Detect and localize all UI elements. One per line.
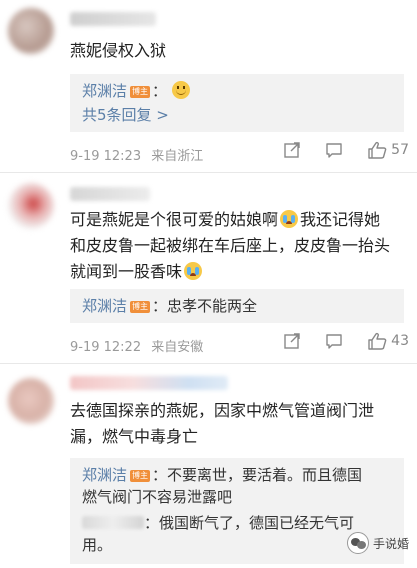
reply-user[interactable]: 郑渊洁 bbox=[82, 466, 127, 484]
reply-line: ：俄国断气了，德国已经无气可 bbox=[82, 512, 392, 534]
comment-text-part: 我还记得她 bbox=[300, 210, 381, 229]
reply-line: 燃气阀门不容易泄露吧 bbox=[82, 488, 233, 506]
reply-separator: ： bbox=[152, 82, 168, 100]
username-blurred bbox=[70, 12, 156, 26]
comment-text-line: 就闻到一股香味 bbox=[70, 259, 407, 285]
comment-text-part: 就闻到一股香味 bbox=[70, 262, 183, 281]
reply-text: ：俄国断气了，德国已经无气可 bbox=[144, 514, 355, 532]
reply-box[interactable]: 郑渊洁 博主： 共5条回复 > bbox=[70, 74, 404, 132]
wechat-icon bbox=[346, 532, 369, 554]
comment-text-line: 去德国探亲的燕妮，因家中燃气管道阀门泄 bbox=[70, 401, 375, 420]
like-button[interactable]: 43 bbox=[367, 332, 409, 350]
comment-text-line: 漏，燃气中毒身亡 bbox=[70, 427, 199, 446]
username-blurred bbox=[70, 376, 228, 390]
comment-text-part: 可是燕妮是个很可爱的姑娘啊 bbox=[70, 210, 279, 229]
like-count: 57 bbox=[391, 142, 409, 158]
watermark-text: 手说婚 bbox=[372, 536, 409, 551]
avatar[interactable] bbox=[8, 183, 54, 229]
like-count: 43 bbox=[391, 333, 409, 349]
like-icon bbox=[368, 141, 387, 159]
username-blurred bbox=[70, 187, 150, 201]
reply-user[interactable]: 郑渊洁 bbox=[82, 297, 127, 315]
reply-line: 郑渊洁 博主 ：不要离世，要活着。而且德国 bbox=[82, 464, 392, 486]
more-replies-link[interactable]: 共5条回复 > bbox=[82, 102, 392, 128]
comment-text: 去德国探亲的燕妮，因家中燃气管道阀门泄 漏，燃气中毒身亡 bbox=[70, 398, 407, 450]
comment-icon[interactable] bbox=[325, 141, 343, 159]
comment-meta: 9-19 12:22 来自安徽 bbox=[70, 336, 203, 355]
avatar[interactable] bbox=[8, 8, 54, 54]
share-icon[interactable] bbox=[283, 141, 301, 159]
like-button[interactable]: 57 bbox=[367, 141, 409, 159]
reply-line: 郑渊洁 博主： bbox=[82, 80, 392, 102]
smile-emoji-icon bbox=[171, 81, 190, 99]
reply-user[interactable]: 郑渊洁 bbox=[82, 82, 127, 100]
comment-icon[interactable] bbox=[325, 332, 343, 350]
blogger-badge: 博主 bbox=[130, 86, 151, 98]
cry-emoji-icon bbox=[184, 262, 203, 280]
avatar[interactable] bbox=[8, 378, 54, 424]
comment-text: 燕妮侵权入狱 bbox=[70, 41, 167, 60]
blogger-badge: 博主 bbox=[130, 470, 151, 482]
comment-actions: 43 bbox=[259, 332, 409, 350]
cry-emoji-icon bbox=[280, 210, 299, 228]
comment-actions: 57 bbox=[259, 141, 409, 159]
share-icon[interactable] bbox=[283, 332, 301, 350]
watermark: 手说婚 bbox=[346, 532, 409, 554]
reply-box[interactable]: 郑渊洁 博主 ：忠孝不能两全 bbox=[70, 289, 404, 323]
comment-time: 9-19 12:22 bbox=[70, 340, 142, 355]
comment-1: 燕妮侵权入狱 郑渊洁 博主： 共5条回复 > 9-19 12:23 来自浙江 57 bbox=[0, 0, 417, 172]
reply-text: ：不要离世，要活着。而且德国 bbox=[152, 466, 363, 484]
like-icon bbox=[368, 332, 387, 350]
reply-text: ：忠孝不能两全 bbox=[152, 297, 258, 315]
comment-location: 来自浙江 bbox=[151, 149, 204, 164]
reply-line: 用。 bbox=[82, 536, 113, 554]
comment-text-line: 和皮皮鲁一起被绑在车后座上，皮皮鲁一抬头 bbox=[70, 236, 391, 255]
reply-line: 郑渊洁 博主 ：忠孝不能两全 bbox=[82, 295, 392, 317]
reply-user-blurred[interactable] bbox=[82, 516, 144, 529]
comment-text: 可是燕妮是个很可爱的姑娘啊 我还记得她 和皮皮鲁一起被绑在车后座上，皮皮鲁一抬头 … bbox=[70, 207, 407, 285]
comment-location: 来自安徽 bbox=[151, 340, 204, 355]
comment-meta: 9-19 12:23 来自浙江 bbox=[70, 145, 203, 164]
comment-time: 9-19 12:23 bbox=[70, 149, 142, 164]
comment-text-line: 可是燕妮是个很可爱的姑娘啊 我还记得她 bbox=[70, 207, 407, 233]
comment-2: 可是燕妮是个很可爱的姑娘啊 我还记得她 和皮皮鲁一起被绑在车后座上，皮皮鲁一抬头 … bbox=[0, 173, 417, 363]
blogger-badge: 博主 bbox=[130, 301, 151, 313]
